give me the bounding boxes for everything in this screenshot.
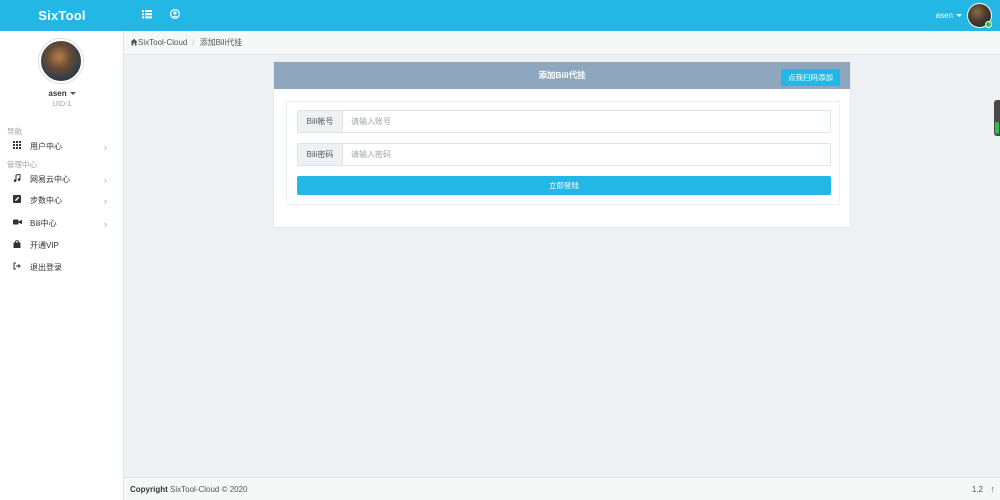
- sidebar-heading-nav: 导航: [7, 127, 22, 136]
- caret-down-icon: [69, 92, 76, 96]
- sidebar-item-label: Bili中心: [30, 219, 57, 228]
- sidebar-item-user-center[interactable]: 用户中心 ›: [0, 137, 123, 157]
- sidebar-item-bili-center[interactable]: Bili中心 ›: [0, 214, 123, 234]
- top-navbar: SixTool asen: [0, 0, 1000, 31]
- footer-copyright-text: SixTool-Cloud © 2020: [170, 485, 248, 494]
- sidebar-item-label: 用户中心: [30, 142, 62, 151]
- sidebar-item-label: 步数中心: [30, 196, 62, 205]
- sidebar-item-label: 网易云中心: [30, 175, 70, 184]
- footer: Copyright SixTool-Cloud © 2020 1.2 ↑: [124, 477, 1000, 500]
- side-scroll-handle[interactable]: [994, 100, 1000, 136]
- sidebar-item-logout[interactable]: 退出登录: [0, 258, 123, 278]
- logout-icon: [12, 258, 22, 278]
- top-user-menu[interactable]: asen: [936, 0, 962, 31]
- panel-title: 添加Bili代挂: [538, 70, 586, 80]
- online-status-dot: [985, 21, 992, 28]
- music-note-icon: [12, 170, 22, 190]
- user-circle-icon[interactable]: [169, 8, 182, 21]
- brand-logo[interactable]: SixTool: [0, 0, 124, 31]
- scan-qr-add-button[interactable]: 点我扫码添加: [781, 69, 840, 86]
- login-now-button[interactable]: 立即登陆: [297, 176, 831, 195]
- sidebar-item-steps-center[interactable]: 步数中心 ›: [0, 191, 123, 211]
- account-input[interactable]: [344, 111, 830, 132]
- sidebar-heading-admin: 管理中心: [7, 160, 37, 169]
- footer-version: 1.2: [971, 485, 983, 494]
- breadcrumb-home-link[interactable]: SixTool-Cloud: [138, 38, 187, 47]
- breadcrumb-separator: /: [192, 38, 195, 47]
- edit-square-icon: [12, 191, 22, 211]
- sidebar-item-vip[interactable]: 开通VIP: [0, 236, 123, 256]
- sidebar: asen UID:1 导航 用户中心 › 管理中心 网易云中心 › 步数中心 ›…: [0, 31, 124, 500]
- grid-icon: [12, 137, 22, 157]
- chevron-right-icon: ›: [104, 196, 107, 206]
- sidebar-user-menu[interactable]: asen: [0, 89, 124, 98]
- sidebar-item-netease-center[interactable]: 网易云中心 ›: [0, 170, 123, 190]
- arrow-up-icon[interactable]: ↑: [991, 478, 996, 500]
- add-bili-panel: 添加Bili代挂 点我扫码添加 Bili帐号 Bili密码 立即登陆: [273, 61, 851, 228]
- account-input-group: Bili帐号: [297, 110, 831, 133]
- home-icon: [130, 32, 138, 56]
- sidebar-item-label: 开通VIP: [30, 241, 59, 250]
- bag-icon: [12, 236, 22, 256]
- caret-down-icon: [956, 14, 962, 18]
- login-form: Bili帐号 Bili密码 立即登陆: [286, 101, 840, 205]
- breadcrumb: SixTool-Cloud / 添加Bili代挂: [124, 31, 1000, 55]
- sidebar-avatar[interactable]: [39, 39, 83, 83]
- footer-copyright-label: Copyright: [130, 485, 168, 494]
- account-label: Bili帐号: [298, 111, 343, 132]
- chevron-right-icon: ›: [104, 219, 107, 229]
- password-input[interactable]: [344, 144, 830, 165]
- password-label: Bili密码: [298, 144, 343, 165]
- sidebar-user-name: asen: [48, 89, 67, 98]
- breadcrumb-current: 添加Bili代挂: [199, 38, 243, 47]
- scroll-thumb: [995, 122, 999, 134]
- top-user-name: asen: [935, 11, 953, 20]
- password-input-group: Bili密码: [297, 143, 831, 166]
- panel-header: 添加Bili代挂 点我扫码添加: [274, 62, 850, 89]
- chevron-right-icon: ›: [104, 175, 107, 185]
- chevron-right-icon: ›: [104, 142, 107, 152]
- top-avatar[interactable]: [967, 3, 992, 28]
- video-camera-icon: [12, 214, 22, 234]
- list-toggle-icon[interactable]: [142, 9, 154, 21]
- sidebar-uid: UID:1: [52, 99, 72, 108]
- sidebar-item-label: 退出登录: [30, 263, 62, 272]
